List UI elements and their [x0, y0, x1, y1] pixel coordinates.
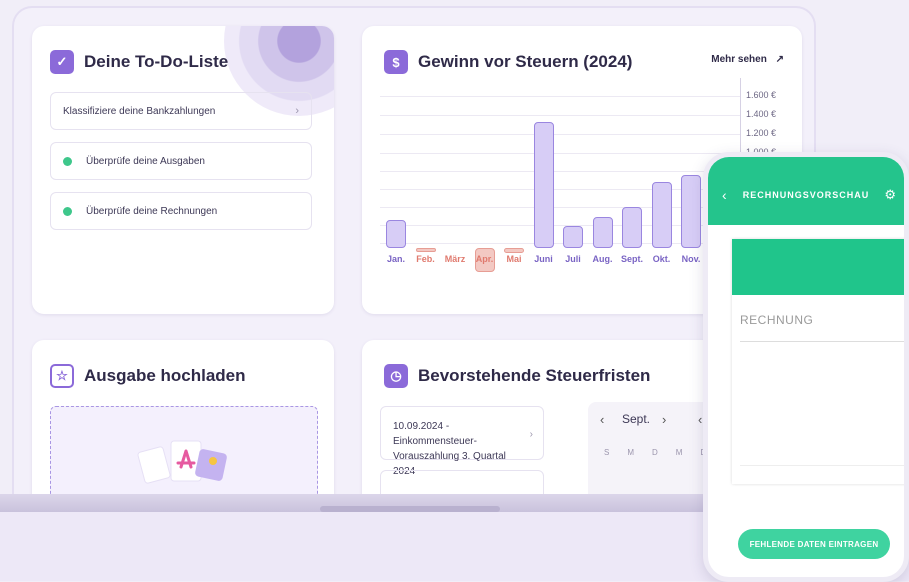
deadlines-title-text: Bevorstehende Steuerfristen	[418, 366, 651, 385]
weekday: S	[604, 448, 610, 457]
invoice-footer-line	[740, 465, 904, 466]
upload-dropzone[interactable]	[50, 406, 318, 494]
bar-sept[interactable]	[622, 207, 642, 248]
y-tick-label: 1.200 €	[746, 128, 777, 138]
todo-title-text: Deine To-Do-Liste	[84, 52, 229, 71]
todo-title: ✓ Deine To-Do-Liste	[50, 50, 228, 74]
x-tick-label: Aug.	[592, 254, 613, 264]
check-circle-icon	[63, 206, 72, 216]
phone-header: ‹ RECHNUNGSVORSCHAU ⚙	[708, 157, 904, 225]
y-tick-label: 1.600 €	[746, 90, 777, 100]
bar-nov[interactable]	[681, 174, 701, 248]
todo-item-label: Überprüfe deine Ausgaben	[86, 155, 205, 167]
deadline-item-2[interactable]	[380, 470, 544, 494]
deadline-label: 10.09.2024 - Einkommensteuer-Vorauszahlu…	[393, 421, 506, 477]
documents-illustration-icon	[137, 440, 227, 484]
star-icon: ☆	[50, 364, 74, 388]
next-month-icon[interactable]: ›	[662, 412, 666, 427]
bar-juli[interactable]	[563, 226, 583, 248]
invoice-header-band	[732, 239, 904, 295]
chevron-right-icon: ›	[295, 105, 299, 117]
checkmark-icon: ✓	[50, 50, 74, 74]
invoice-preview: RECHNUNG	[732, 239, 904, 484]
x-tick-label: Okt.	[652, 254, 671, 264]
bar-aug[interactable]	[592, 216, 613, 248]
weekday-row: S M D M D	[604, 448, 706, 457]
x-tick-label: Nov.	[681, 254, 701, 264]
phone-mockup: ‹ RECHNUNGSVORSCHAU ⚙ RECHNUNG FEHLENDE …	[703, 152, 909, 582]
upload-card: ☆ Ausgabe hochladen	[32, 340, 334, 494]
invoice-title: RECHNUNG	[740, 313, 814, 327]
bar-mai[interactable]	[504, 248, 524, 253]
x-tick-label: Jan.	[386, 254, 405, 264]
gridline	[380, 115, 740, 116]
x-tick-label: Juli	[565, 254, 581, 264]
gridline	[380, 153, 740, 154]
upload-title-text: Ausgabe hochladen	[84, 366, 246, 385]
x-tick-label: Mai	[506, 254, 522, 264]
invoice-divider	[740, 341, 904, 342]
fill-missing-data-label: FEHLENDE DATEN EINTRAGEN	[749, 539, 879, 549]
chevron-right-icon: ›	[529, 429, 533, 440]
prev-month-icon[interactable]: ‹	[600, 412, 604, 427]
phone-header-title: RECHNUNGSVORSCHAU	[742, 190, 870, 200]
x-tick-label: Feb.	[416, 254, 435, 264]
laptop-notch	[320, 506, 500, 512]
bar-feb[interactable]	[415, 248, 436, 252]
y-tick-label: 1.400 €	[746, 109, 777, 119]
calendar-clock-icon: ◷	[384, 364, 408, 388]
fill-missing-data-button[interactable]: FEHLENDE DATEN EINTRAGEN	[738, 529, 890, 559]
todo-item-invoices[interactable]: Überprüfe deine Rechnungen	[50, 192, 312, 230]
weekday: M	[627, 448, 635, 457]
x-tick-label: Apr.	[475, 254, 494, 264]
weekday: D	[652, 448, 658, 457]
deadlines-title: ◷ Bevorstehende Steuerfristen	[384, 364, 650, 388]
todo-item-bank[interactable]: Klassifiziere deine Bankzahlungen ›	[50, 92, 312, 130]
x-tick-label: Sept.	[620, 254, 643, 264]
todo-item-label: Überprüfe deine Rechnungen	[86, 205, 218, 217]
deadline-item[interactable]: 10.09.2024 - Einkommensteuer-Vorauszahlu…	[380, 406, 544, 477]
laptop-screen: ✓ Deine To-Do-Liste Klassifiziere deine …	[14, 8, 814, 494]
bar-jan[interactable]	[386, 219, 406, 248]
prev-year-icon[interactable]: ‹	[698, 412, 702, 427]
gear-icon[interactable]: ⚙	[884, 187, 896, 203]
todo-item-expenses[interactable]: Überprüfe deine Ausgaben	[50, 142, 312, 180]
x-tick-label: März	[444, 254, 466, 264]
calendar-month: Sept.	[622, 412, 651, 426]
todo-item-label: Klassifiziere deine Bankzahlungen	[63, 105, 216, 117]
gridline	[380, 134, 740, 135]
gridline	[380, 171, 740, 172]
check-circle-icon	[63, 156, 72, 166]
bar-okt[interactable]	[651, 181, 672, 248]
weekday: M	[675, 448, 683, 457]
todo-card: ✓ Deine To-Do-Liste Klassifiziere deine …	[32, 26, 334, 314]
x-tick-label: Juni	[534, 254, 553, 264]
upload-title: ☆ Ausgabe hochladen	[50, 364, 246, 388]
bar-juni[interactable]	[533, 121, 554, 248]
gridline	[380, 96, 740, 97]
